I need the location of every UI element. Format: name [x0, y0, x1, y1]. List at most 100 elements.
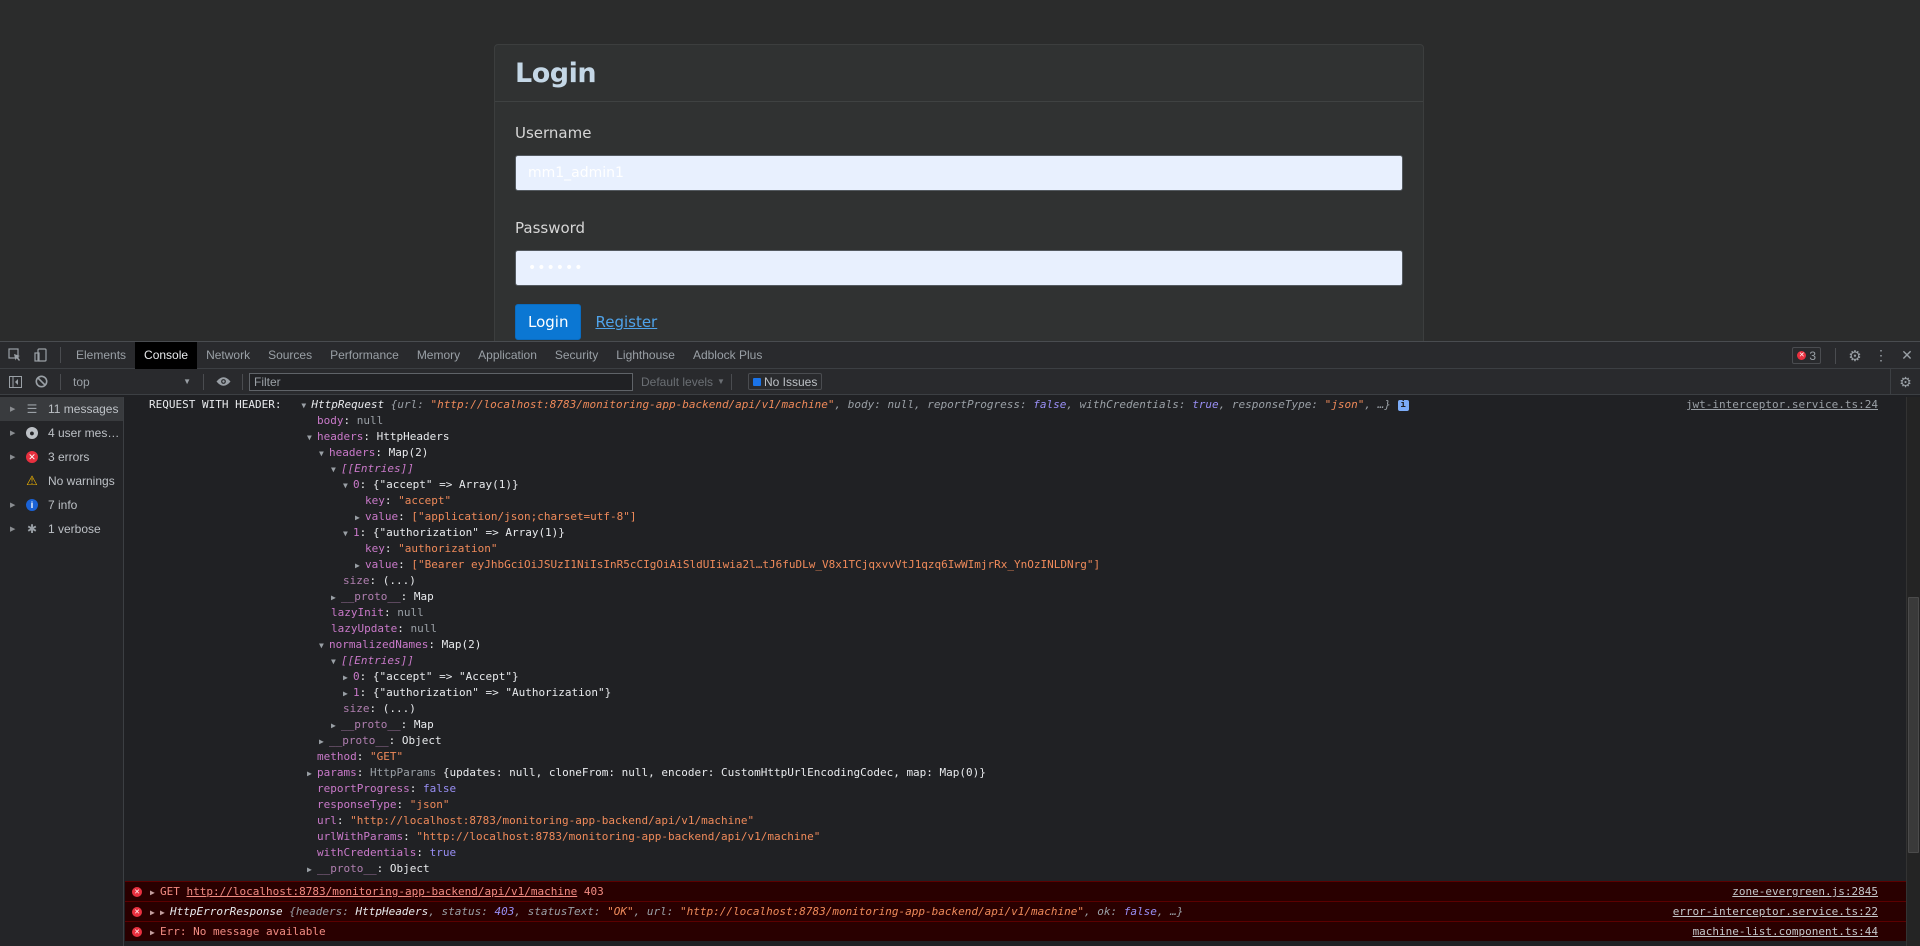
- tab-network[interactable]: Network: [197, 342, 259, 369]
- info-icon[interactable]: i: [1397, 399, 1409, 411]
- login-button[interactable]: Login: [515, 304, 582, 340]
- collapse-arrow-icon[interactable]: ▼: [319, 446, 329, 462]
- sidebar-item-user-messages[interactable]: ▶ ● 4 user mes…: [0, 421, 123, 445]
- value: "json": [409, 798, 450, 811]
- value: [[Entries]]: [341, 462, 414, 475]
- show-sidebar-icon[interactable]: [2, 368, 28, 395]
- expand-arrow-icon[interactable]: ▶: [307, 766, 317, 782]
- prop-headers[interactable]: ▼ headers: HttpHeaders: [125, 429, 1906, 445]
- tab-console[interactable]: Console: [135, 341, 198, 369]
- expand-arrow-icon[interactable]: ▶: [355, 558, 365, 574]
- device-toolbar-icon[interactable]: [28, 342, 54, 369]
- collapse-arrow-icon[interactable]: ▼: [343, 526, 353, 542]
- sidebar-item-info[interactable]: ▶ i 7 info: [0, 493, 123, 517]
- prop-proto-map[interactable]: ▶ __proto__: Map: [125, 589, 1906, 605]
- prop-normalizednames[interactable]: ▼ normalizedNames: Map(2): [125, 637, 1906, 653]
- entry-0[interactable]: ▼ 0: {"accept" => Array(1)}: [125, 477, 1906, 493]
- issues-button[interactable]: No Issues: [747, 373, 823, 390]
- collapse-arrow-icon[interactable]: ▼: [343, 478, 353, 494]
- entry-1-value[interactable]: ▶ value: ["Bearer eyJhbGciOiJSUzI1NiIsInR…: [125, 557, 1906, 573]
- sidebar-item-verbose[interactable]: ▶ ✱ 1 verbose: [0, 517, 123, 541]
- console-log-entry[interactable]: REQUEST WITH HEADER: ▼ HttpRequest {url: …: [125, 397, 1906, 413]
- value: null: [410, 622, 437, 635]
- tab-sources[interactable]: Sources: [259, 342, 321, 369]
- source-link[interactable]: jwt-interceptor.service.ts:24: [1686, 397, 1878, 413]
- collapse-arrow-icon[interactable]: ▼: [331, 462, 341, 478]
- log-prefix: REQUEST WITH HEADER:: [149, 398, 282, 411]
- value: (...): [382, 702, 416, 715]
- expand-arrow-icon: ▶: [10, 526, 16, 533]
- prop-proto-map[interactable]: ▶ __proto__: Map: [125, 717, 1906, 733]
- expand-arrow-icon[interactable]: ▶: [319, 734, 329, 750]
- prop-params[interactable]: ▶ params: HttpParams {updates: null, clon…: [125, 765, 1906, 781]
- expand-arrow-icon[interactable]: ▶: [355, 510, 365, 526]
- inspect-element-icon[interactable]: [2, 342, 28, 369]
- entry-1[interactable]: ▼ 1: {"authorization" => Array(1)}: [125, 525, 1906, 541]
- expand-arrow-icon[interactable]: ▶: [343, 670, 353, 686]
- expand-arrow-icon[interactable]: ▶: [150, 923, 160, 942]
- log-levels-dropdown[interactable]: Default levels ▼: [641, 375, 725, 389]
- console-error-entry[interactable]: ✕ ▶ GET http://localhost:8783/monitoring-a…: [125, 881, 1906, 901]
- scrollbar-thumb[interactable]: [1908, 597, 1919, 853]
- password-input[interactable]: [515, 250, 1403, 286]
- expand-arrow-icon[interactable]: ▶: [150, 903, 160, 922]
- prop-proto-object[interactable]: ▶ __proto__: Object: [125, 733, 1906, 749]
- prop-entries[interactable]: ▼ [[Entries]]: [125, 653, 1906, 669]
- value: {"accept" => Array(1)}: [372, 478, 519, 491]
- tab-elements[interactable]: Elements: [67, 342, 135, 369]
- sidebar-item-messages[interactable]: ▶ ☰ 11 messages: [0, 397, 123, 421]
- more-options-icon[interactable]: ⋮: [1868, 342, 1894, 369]
- collapse-arrow-icon[interactable]: ▼: [319, 638, 329, 654]
- collapse-arrow-icon[interactable]: ▼: [301, 398, 311, 414]
- tab-performance[interactable]: Performance: [321, 342, 408, 369]
- normalized-entry-0[interactable]: ▶ 0: {"accept" => "Accept"}: [125, 669, 1906, 685]
- tab-lighthouse[interactable]: Lighthouse: [607, 342, 684, 369]
- error-icon: ✕: [132, 907, 142, 917]
- prop-headers-map[interactable]: ▼ headers: Map(2): [125, 445, 1906, 461]
- prop-entries[interactable]: ▼ [[Entries]]: [125, 461, 1906, 477]
- register-link[interactable]: Register: [595, 313, 657, 331]
- collapse-arrow-icon[interactable]: ▼: [307, 430, 317, 446]
- close-devtools-icon[interactable]: ✕: [1894, 342, 1920, 369]
- error-url-link[interactable]: http://localhost:8783/monitoring-app-bac…: [187, 885, 578, 898]
- expand-arrow-icon[interactable]: ▶: [343, 686, 353, 702]
- console-error-entry[interactable]: ✕ ▶ Err: No message available machine-list.…: [125, 921, 1906, 941]
- sidebar-item-warnings[interactable]: ⚠ No warnings: [0, 469, 123, 493]
- tab-memory[interactable]: Memory: [408, 342, 469, 369]
- source-link[interactable]: zone-evergreen.js:2845: [1732, 882, 1878, 901]
- collapse-arrow-icon[interactable]: ▼: [331, 654, 341, 670]
- console-toolbar: top ▼ Default levels ▼ No Issues ⚙: [0, 369, 1920, 395]
- expand-arrow-icon[interactable]: ▶: [331, 590, 341, 606]
- value: {updates: null, cloneFrom: null, encoder…: [442, 766, 986, 779]
- expand-arrow-icon[interactable]: ▶: [307, 862, 317, 878]
- live-expression-eye-icon[interactable]: [210, 368, 236, 395]
- console-error-entry[interactable]: ✕ ▶ ▶ HttpErrorResponse {headers: HttpHeade…: [125, 901, 1906, 921]
- clear-console-icon[interactable]: [28, 368, 54, 395]
- error-count-badge[interactable]: ✕ 3: [1792, 347, 1821, 364]
- issues-label: No Issues: [763, 374, 818, 389]
- expand-arrow-icon[interactable]: ▶: [150, 883, 160, 902]
- prop-proto-object[interactable]: ▶ __proto__: Object: [125, 861, 1906, 877]
- prop-size[interactable]: size: (...): [125, 701, 1906, 717]
- error-type: HttpErrorResponse: [170, 905, 283, 918]
- username-input[interactable]: [515, 155, 1403, 191]
- context-selector[interactable]: top ▼: [67, 372, 197, 392]
- console-filter-input[interactable]: [249, 372, 633, 391]
- source-link[interactable]: machine-list.component.ts:44: [1693, 922, 1878, 941]
- tab-adblock-plus[interactable]: Adblock Plus: [684, 342, 771, 369]
- expand-arrow-icon[interactable]: ▶: [160, 903, 170, 922]
- source-link[interactable]: error-interceptor.service.ts:22: [1673, 902, 1878, 921]
- console-settings-gear-icon[interactable]: ⚙: [1890, 369, 1920, 395]
- entry-0-value[interactable]: ▶ value: ["application/json;charset=utf-8…: [125, 509, 1906, 525]
- console-scrollbar[interactable]: [1906, 397, 1920, 946]
- normalized-entry-1[interactable]: ▶ 1: {"authorization" => "Authorization"}: [125, 685, 1906, 701]
- prop-lazyupdate: lazyUpdate: null: [331, 622, 437, 635]
- divider: [60, 373, 61, 390]
- error-icon: ✕: [132, 887, 142, 897]
- settings-gear-icon[interactable]: ⚙: [1842, 342, 1868, 369]
- sidebar-item-errors[interactable]: ▶ ✕ 3 errors: [0, 445, 123, 469]
- tab-security[interactable]: Security: [546, 342, 607, 369]
- prop-size[interactable]: size: (...): [125, 573, 1906, 589]
- tab-application[interactable]: Application: [469, 342, 546, 369]
- expand-arrow-icon[interactable]: ▶: [331, 718, 341, 734]
